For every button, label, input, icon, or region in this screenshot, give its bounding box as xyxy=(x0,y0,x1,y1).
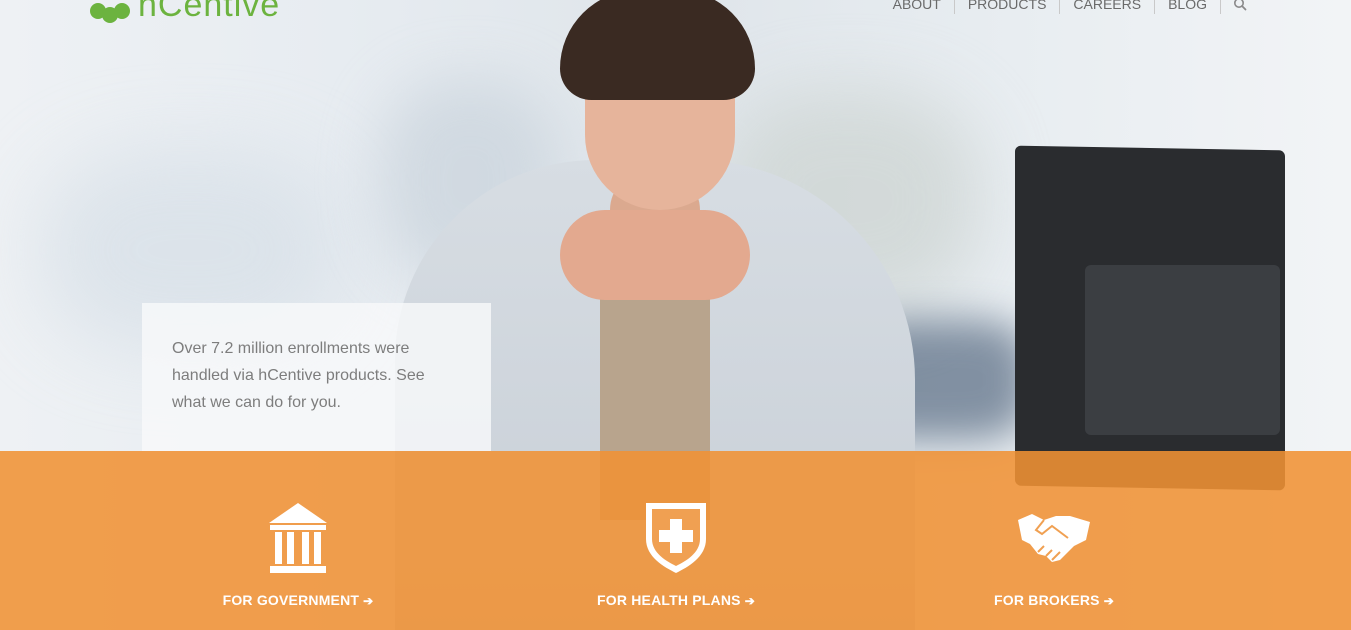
site-logo[interactable]: hCentive xyxy=(88,0,280,25)
cta-government-label: FOR GOVERNMENT ➔ xyxy=(222,592,374,608)
main-nav: ABOUT PRODUCTS CAREERS BLOG xyxy=(880,0,1247,14)
handshake-icon xyxy=(1016,500,1092,576)
cta-health-plans[interactable]: FOR HEALTH PLANS ➔ xyxy=(597,500,755,608)
search-icon[interactable] xyxy=(1221,0,1247,14)
enrollments-callout: Over 7.2 million enrollments were handle… xyxy=(142,303,491,451)
arrow-right-icon: ➔ xyxy=(363,594,374,608)
cta-government[interactable]: FOR GOVERNMENT ➔ xyxy=(222,500,374,608)
nav-careers[interactable]: CAREERS xyxy=(1060,0,1156,14)
callout-text: Over 7.2 million enrollments were handle… xyxy=(172,340,425,411)
nav-products[interactable]: PRODUCTS xyxy=(955,0,1061,14)
cta-health-plans-label: FOR HEALTH PLANS ➔ xyxy=(597,592,755,608)
nav-blog[interactable]: BLOG xyxy=(1155,0,1221,14)
logo-text: hCentive xyxy=(138,0,281,24)
cta-brokers[interactable]: FOR BROKERS ➔ xyxy=(994,500,1114,608)
government-building-icon xyxy=(267,500,329,576)
arrow-right-icon: ➔ xyxy=(1103,594,1114,608)
nav-about[interactable]: ABOUT xyxy=(880,0,955,14)
cta-brokers-label: FOR BROKERS ➔ xyxy=(994,592,1114,608)
arrow-right-icon: ➔ xyxy=(744,594,755,608)
health-shield-icon xyxy=(644,500,708,576)
logo-mark-icon xyxy=(88,0,132,23)
